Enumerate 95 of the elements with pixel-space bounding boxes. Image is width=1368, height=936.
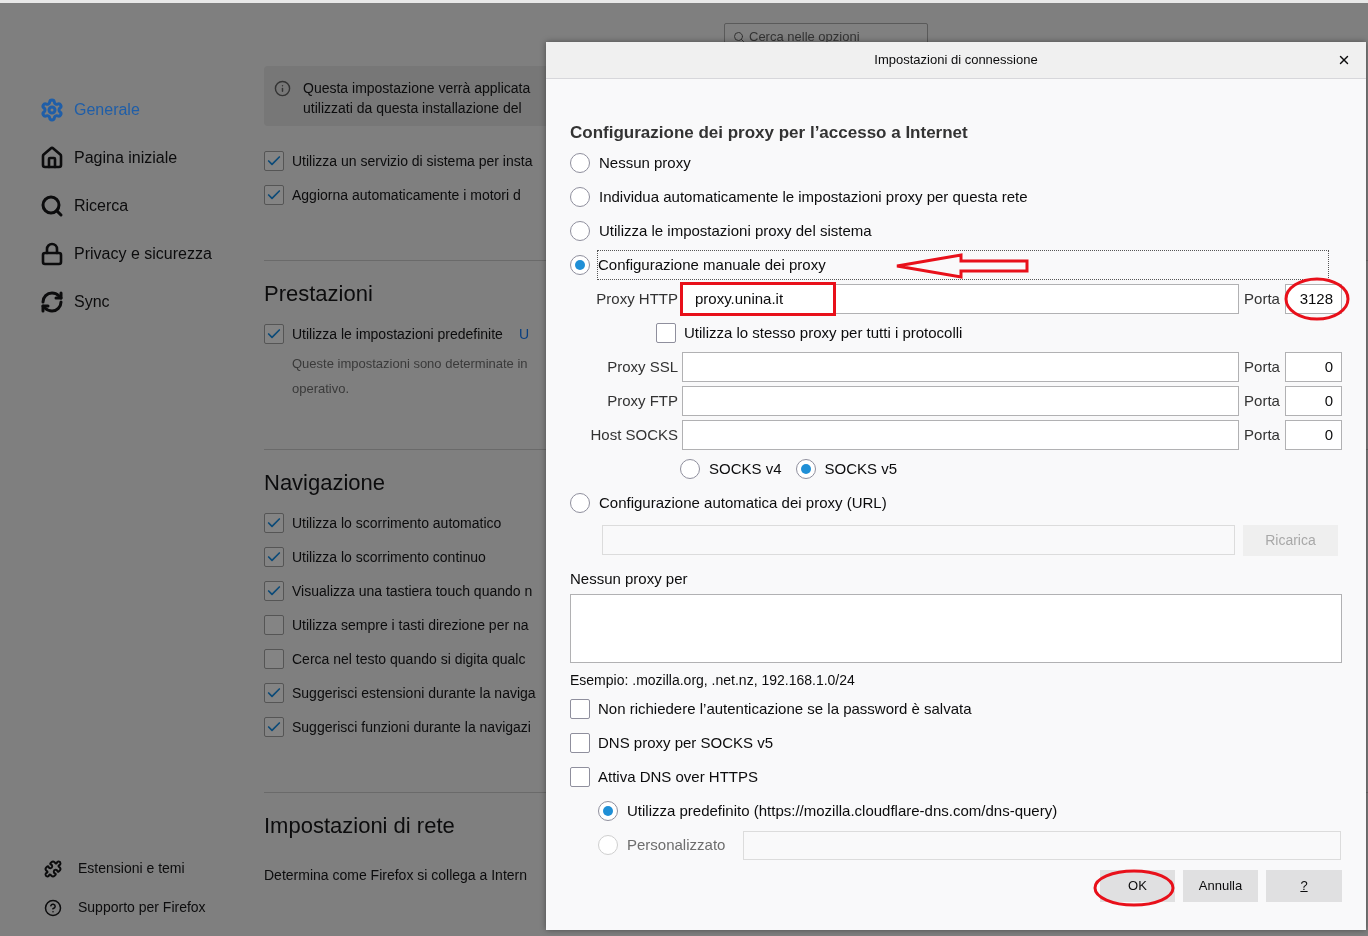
input-field[interactable] [682, 352, 1239, 382]
field-label: Proxy HTTP [595, 288, 678, 309]
input-field[interactable]: proxy.unina.it [682, 284, 1239, 314]
checkbox-label: Suggerisci funzioni durante la navigazi [292, 717, 531, 737]
gear-icon [40, 98, 64, 122]
checkbox-label: Utilizza un servizio di sistema per insta [292, 151, 533, 171]
dialog-title: Impostazioni di connessione [874, 51, 1038, 70]
sidebar-link[interactable]: Estensioni e temi [40, 849, 264, 888]
checkbox[interactable] [264, 185, 284, 205]
port-field[interactable]: 0 [1285, 420, 1342, 450]
checkbox-label: Utilizza sempre i tasti direzione per na [292, 615, 529, 635]
checkbox-label: Non richiedere l’autenticazione se la password è salvata [598, 698, 972, 719]
radio-label: SOCKS v4 [709, 458, 782, 479]
radio-label: Utilizza le impostazioni proxy del sistema [599, 220, 872, 241]
checkbox[interactable] [264, 581, 284, 601]
checkbox-label: Utilizza lo scorrimento automatico [292, 513, 502, 533]
checkbox[interactable] [570, 767, 590, 787]
section-heading: Prestazioni [264, 281, 373, 306]
checkbox[interactable] [264, 649, 284, 669]
dialog-button[interactable]: Annulla [1183, 870, 1258, 902]
sidebar-item[interactable]: Privacy e sicurezza [40, 230, 264, 278]
info-icon [274, 80, 291, 97]
radio-label: Configurazione manuale dei proxy [598, 251, 1328, 279]
checkbox[interactable] [264, 547, 284, 567]
notice-text: utilizzati da questa installazione del [303, 99, 523, 118]
checkbox-label: Suggerisci estensioni durante la naviga [292, 683, 536, 703]
checkbox-label: Aggiorna automaticamente i motori d [292, 185, 521, 205]
checkbox[interactable] [264, 151, 284, 171]
section-heading: Impostazioni di rete [264, 813, 455, 838]
annotation-ellipse [1284, 277, 1350, 321]
radio-button[interactable] [570, 255, 590, 275]
sync-icon [40, 290, 64, 314]
section-heading: Navigazione [264, 470, 386, 495]
sidebar-item[interactable]: Ricerca [40, 182, 264, 230]
field-label: Nessun proxy per [570, 569, 689, 589]
checkbox-label: DNS proxy per SOCKS v5 [598, 732, 774, 753]
radio-label: Nessun proxy [599, 152, 691, 173]
checkbox[interactable] [656, 323, 676, 343]
radio-label: Configurazione automatica dei proxy (URL) [599, 492, 887, 513]
radio-button[interactable] [570, 153, 590, 173]
port-field[interactable]: 3128 [1285, 284, 1342, 314]
search-icon [40, 194, 64, 218]
port-field[interactable]: 0 [1285, 386, 1342, 416]
close-icon [1337, 53, 1351, 67]
help-icon [44, 898, 62, 917]
lock-icon [40, 242, 64, 266]
field-label: Proxy FTP [606, 390, 678, 411]
checkbox[interactable] [264, 615, 284, 635]
note-text: Queste impostazioni sono determinate in [292, 355, 528, 373]
radio-label: Individua automaticamente le impostazioni proxy per questa rete [599, 186, 1028, 207]
checkbox-label: Visualizza una tastiera touch quando n [292, 581, 533, 601]
notice-text: Questa impostazione verrà applicata [303, 79, 531, 98]
radio-button[interactable] [680, 459, 700, 479]
dialog-button[interactable]: ? [1266, 870, 1342, 902]
radio-button[interactable] [570, 187, 590, 207]
radio-label: SOCKS v5 [824, 458, 898, 479]
note-text: operativo. [292, 380, 350, 398]
checkbox[interactable] [570, 733, 590, 753]
url-field[interactable] [602, 525, 1235, 555]
sidebar-item[interactable]: Sync [40, 278, 264, 326]
hint-text: Esempio: .mozilla.org, .net.nz, 192.168.1.0/24 [570, 671, 856, 690]
checkbox-label: Utilizza lo stesso proxy per tutti i protocolli [684, 322, 963, 343]
checkbox-label: Cerca nel testo quando si digita qualc [292, 649, 526, 669]
field-label: Porta [1243, 390, 1281, 411]
checkbox[interactable] [264, 683, 284, 703]
checkbox[interactable] [264, 324, 284, 344]
search-icon [733, 31, 745, 43]
radio-label: Utilizza predefinito (https://mozilla.cloudflare-dns.com/dns-query) [627, 800, 1058, 821]
field-label: Porta [1243, 288, 1281, 309]
sidebar-link[interactable]: Supporto per Firefox [40, 888, 264, 927]
checkbox-label: Attiva DNS over HTTPS [598, 766, 759, 787]
radio-button[interactable] [795, 459, 816, 479]
field-label: Porta [1243, 356, 1281, 377]
checkbox-label: Utilizza lo scorrimento continuo [292, 547, 486, 567]
field-label: Proxy SSL [606, 356, 678, 377]
input-field[interactable] [682, 386, 1239, 416]
input-field[interactable] [743, 830, 1342, 860]
radio-label: Personalizzato [627, 834, 726, 855]
checkbox[interactable] [264, 717, 284, 737]
link[interactable]: U [518, 323, 529, 345]
section-heading: Configurazione dei proxy per l’accesso a Internet [570, 122, 969, 144]
input-field[interactable] [682, 420, 1239, 450]
radio-button[interactable] [570, 221, 590, 241]
section-text: Determina come Firefox si collega a Intern [264, 867, 527, 883]
radio-button[interactable] [598, 801, 618, 821]
field-label: Host SOCKS [589, 424, 678, 445]
puzzle-icon [44, 859, 62, 878]
checkbox[interactable] [570, 699, 590, 719]
field-label: Porta [1243, 424, 1281, 445]
text-area[interactable] [570, 594, 1342, 663]
checkbox-label: Utilizza le impostazioni predefinite [292, 324, 503, 344]
port-field[interactable]: 0 [1285, 352, 1342, 382]
home-icon [40, 146, 64, 170]
sidebar-item[interactable]: Pagina iniziale [40, 134, 264, 182]
checkbox[interactable] [264, 513, 284, 533]
